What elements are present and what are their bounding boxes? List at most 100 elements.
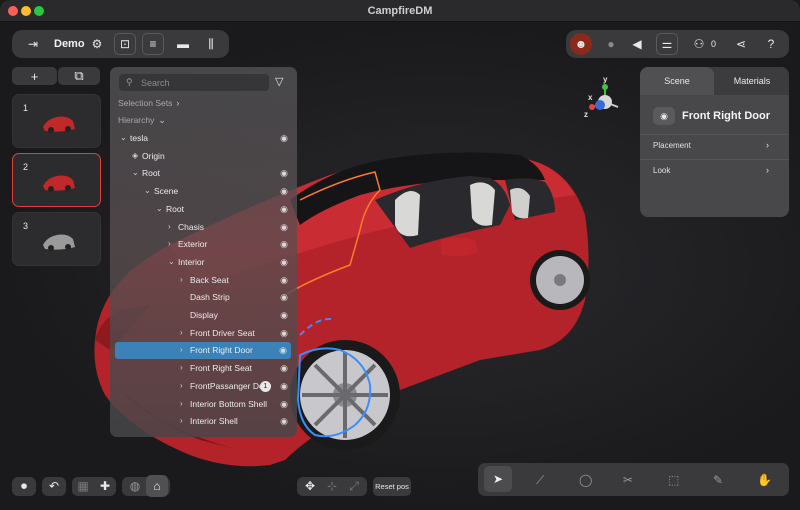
exit-icon[interactable]: ⇥: [22, 33, 44, 55]
chevron-right-icon[interactable]: ›: [180, 345, 183, 354]
eye-icon[interactable]: ◉: [280, 239, 288, 250]
tree-row[interactable]: › Front Driver Seat ◉: [110, 325, 297, 342]
tab-materials[interactable]: Materials: [715, 67, 789, 95]
chevron-right-icon[interactable]: ›: [168, 239, 171, 248]
selection-sets-header[interactable]: Selection Sets ›: [118, 98, 179, 108]
section-placement[interactable]: Placement ›: [640, 134, 789, 156]
tree-row[interactable]: ⌄ Scene ◉: [110, 183, 297, 200]
tree-row[interactable]: › FrontPassanger Door 1 ◉: [110, 378, 297, 395]
search-box[interactable]: ⚲: [119, 74, 269, 91]
chevron-right-icon[interactable]: ›: [180, 399, 183, 408]
add-slide-button[interactable]: +: [12, 67, 57, 85]
orientation-gizmo[interactable]: y x z: [580, 75, 630, 130]
chevron-right-icon[interactable]: ›: [180, 328, 183, 337]
avatar-icon[interactable]: ☻: [570, 33, 592, 55]
scissors-icon[interactable]: ✂: [623, 473, 633, 487]
tree-row[interactable]: Display ◉: [110, 307, 297, 324]
eye-icon[interactable]: ◉: [280, 257, 288, 268]
pen-icon[interactable]: ✎: [713, 473, 723, 487]
briefcase-icon[interactable]: ⊡: [114, 33, 136, 55]
slide-thumbnail[interactable]: 3: [12, 212, 101, 266]
laser-icon[interactable]: ⟋: [536, 473, 544, 488]
chevron-down-icon[interactable]: ⌄: [156, 204, 163, 213]
tree-row[interactable]: › Interior Bottom Shell ◉: [110, 396, 297, 413]
tree-row[interactable]: ⌄ Interior ◉: [110, 254, 297, 271]
slide-thumbnail[interactable]: 1: [12, 94, 101, 148]
chevron-down-icon[interactable]: ⌄: [144, 186, 151, 195]
eye-icon[interactable]: ◉: [280, 186, 288, 197]
filter-icon[interactable]: ▽: [275, 75, 283, 88]
share-icon[interactable]: ⋖: [730, 33, 752, 55]
title-bar: CampfireDM: [0, 0, 800, 22]
eye-icon[interactable]: ◉: [280, 399, 288, 410]
tree-row[interactable]: Dash Strip ◉: [110, 289, 297, 306]
tree-row[interactable]: › Front Right Seat ◉: [110, 360, 297, 377]
visibility-toggle-button[interactable]: ◉: [653, 107, 675, 125]
tree-row[interactable]: › Exterior ◉: [110, 236, 297, 253]
camera-button[interactable]: ⏺: [12, 477, 36, 496]
chevron-right-icon[interactable]: ›: [180, 381, 183, 390]
library-icon[interactable]: ⫼: [200, 33, 222, 55]
eye-icon[interactable]: ◉: [280, 381, 288, 392]
section-look[interactable]: Look ›: [640, 159, 789, 181]
move-icon[interactable]: ✥: [299, 475, 321, 497]
eye-icon[interactable]: ◉: [280, 133, 288, 144]
slide-thumbnail-active[interactable]: 2: [12, 153, 101, 207]
home-icon[interactable]: ⌂: [146, 475, 168, 497]
tree-row[interactable]: › Interior Shell ◉: [110, 413, 297, 430]
tree-row[interactable]: ⌄ tesla ◉: [110, 130, 297, 147]
tree-row[interactable]: ⌄ Root ◉: [110, 201, 297, 218]
folder-icon[interactable]: ▬: [172, 33, 194, 55]
eye-icon[interactable]: ◉: [280, 328, 288, 339]
scale-icon[interactable]: ⤢: [343, 475, 365, 497]
settings-sliders-icon[interactable]: ⚌: [656, 33, 678, 55]
grid-icon[interactable]: ▦: [72, 475, 94, 497]
chevron-right-icon[interactable]: ›: [180, 363, 183, 372]
menu-lines-icon[interactable]: ≡: [142, 33, 164, 55]
comment-icon[interactable]: ◯: [579, 473, 592, 487]
microphone-icon[interactable]: ●: [600, 33, 622, 55]
chevron-right-icon[interactable]: ›: [168, 222, 171, 231]
tree-row-label: tesla: [130, 133, 148, 143]
chevron-down-icon[interactable]: ⌄: [168, 257, 175, 266]
rotate-icon[interactable]: ⊹: [321, 475, 343, 497]
tree-row[interactable]: › Front Right Door ◉: [115, 342, 291, 360]
tree-row[interactable]: › Back Seat ◉: [110, 272, 297, 289]
undo-button[interactable]: ↶: [42, 477, 66, 496]
eye-icon[interactable]: ◉: [280, 310, 288, 321]
chevron-down-icon[interactable]: ⌄: [120, 133, 127, 142]
hand-icon[interactable]: ✋: [757, 473, 772, 487]
eye-icon[interactable]: ◉: [280, 222, 288, 233]
duplicate-slide-button[interactable]: ⧉: [58, 67, 100, 85]
speaker-icon[interactable]: ◀: [626, 33, 648, 55]
tree-row[interactable]: › Chasis ◉: [110, 219, 297, 236]
tree-row[interactable]: ⌄ Root ◉: [110, 165, 297, 182]
eye-icon[interactable]: ◉: [280, 204, 288, 215]
gear-icon[interactable]: ⚙: [86, 33, 108, 55]
tree-row[interactable]: ◈ Origin: [110, 148, 297, 165]
eye-icon[interactable]: ◉: [279, 345, 287, 356]
pointer-icon[interactable]: ➤: [484, 466, 512, 492]
chevron-right-icon[interactable]: ›: [180, 416, 183, 425]
search-input[interactable]: [141, 76, 261, 89]
chevron-down-icon[interactable]: ⌄: [132, 168, 139, 177]
screenshot-icon[interactable]: ⬚: [668, 473, 679, 487]
eye-icon[interactable]: ◉: [280, 363, 288, 374]
puzzle-icon[interactable]: ✚: [94, 475, 116, 497]
project-name[interactable]: Demo: [54, 38, 85, 50]
origin-icon[interactable]: ◈: [132, 151, 138, 160]
tab-scene[interactable]: Scene: [640, 67, 714, 95]
eye-icon[interactable]: ◉: [280, 275, 288, 286]
help-icon[interactable]: ?: [760, 33, 782, 55]
reset-position-button[interactable]: Reset pos: [373, 477, 411, 496]
eye-icon[interactable]: ◉: [280, 416, 288, 427]
eye-icon[interactable]: ◉: [280, 168, 288, 179]
eye-icon[interactable]: ◉: [280, 292, 288, 303]
tree-row-label: Root: [142, 168, 160, 179]
chevron-right-icon[interactable]: ›: [180, 275, 183, 284]
participants-icon[interactable]: ⚇: [688, 33, 710, 55]
hierarchy-header[interactable]: Hierarchy ⌄: [118, 115, 166, 126]
tree-row-label: Exterior: [178, 239, 208, 250]
properties-panel: Scene Materials ◉ Front Right Door Place…: [640, 67, 789, 217]
globe-icon[interactable]: ◍: [124, 475, 146, 497]
